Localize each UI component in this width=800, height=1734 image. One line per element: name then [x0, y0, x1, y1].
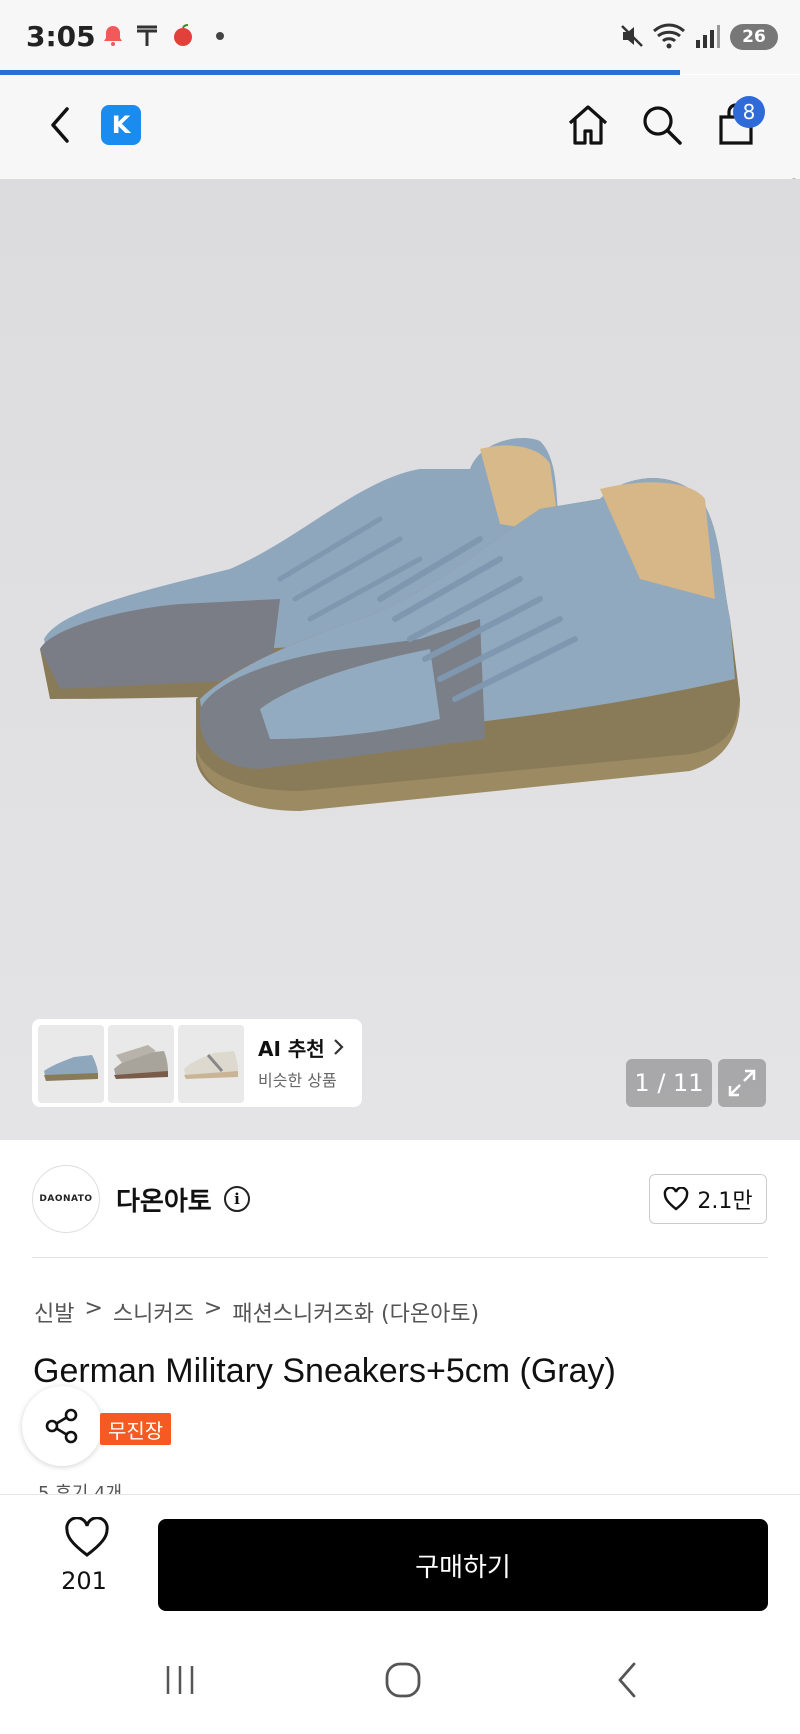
back-icon: [618, 1662, 636, 1698]
android-nav-bar: [0, 1626, 800, 1734]
ai-recommend-card[interactable]: AI 추천 비슷한 상품: [32, 1019, 362, 1107]
product-photo: [40, 438, 740, 811]
expand-image-button[interactable]: [718, 1059, 766, 1107]
product-title: German Military Sneakers+5cm (Gray): [33, 1352, 616, 1390]
home-button[interactable]: [560, 97, 616, 153]
breadcrumb-item[interactable]: 스니커즈: [113, 1296, 194, 1328]
share-icon: [45, 1408, 78, 1444]
share-button[interactable]: [22, 1386, 102, 1466]
divider: [32, 1257, 768, 1258]
purchase-bar: 201 구매하기: [0, 1494, 800, 1626]
top-header: K 8: [0, 75, 800, 179]
back-nav-button[interactable]: [598, 1656, 658, 1704]
wishlist-button[interactable]: 201: [56, 1516, 112, 1607]
alarm-icon: [100, 22, 126, 54]
home-nav-button[interactable]: [373, 1656, 433, 1704]
search-button[interactable]: [634, 97, 690, 153]
wishlist-count: 201: [61, 1567, 107, 1595]
ai-thumb-1[interactable]: [38, 1025, 104, 1103]
breadcrumb-separator: >: [84, 1296, 103, 1321]
wifi-icon: [652, 22, 686, 56]
apple-icon: [170, 22, 196, 54]
home-icon: [568, 105, 608, 145]
status-bar: 3:05 26: [0, 0, 800, 75]
mute-icon: [618, 22, 646, 56]
product-gallery[interactable]: AI 추천 비슷한 상품 1 / 11: [0, 179, 800, 1140]
t-app-icon: [134, 22, 160, 54]
musinsa-badge: 무진장: [100, 1413, 172, 1445]
brand-like-button[interactable]: 2.1만: [649, 1174, 767, 1224]
ai-thumb-3[interactable]: [178, 1025, 244, 1103]
breadcrumb-item[interactable]: 신발: [34, 1296, 74, 1328]
recent-apps-icon: [166, 1666, 194, 1694]
status-time: 3:05: [26, 20, 96, 53]
search-icon: [643, 106, 682, 145]
heart-icon: [64, 1516, 109, 1557]
chevron-right-icon: [334, 1039, 344, 1055]
battery-icon: 26: [730, 24, 778, 50]
ai-thumb-2[interactable]: [108, 1025, 174, 1103]
breadcrumb-separator: >: [203, 1296, 223, 1321]
brand-logo[interactable]: DAONATO: [32, 1165, 100, 1233]
back-icon: [51, 107, 69, 143]
brand-name[interactable]: 다온아토: [116, 1181, 212, 1218]
kakao-logo[interactable]: K: [101, 105, 141, 145]
heart-icon: [664, 1187, 689, 1211]
brand-like-count: 2.1만: [697, 1189, 753, 1214]
dot-icon: [214, 22, 226, 54]
recent-apps-button[interactable]: [150, 1656, 210, 1704]
image-page-counter: 1 / 11: [626, 1059, 712, 1107]
breadcrumb: 신발 > 스니커즈 > 패션스니커즈화 (다온아토): [34, 1296, 479, 1328]
home-circle-icon: [385, 1662, 421, 1698]
back-button[interactable]: [32, 97, 88, 153]
buy-button[interactable]: 구매하기: [158, 1519, 768, 1611]
review-summary[interactable]: 5 후기 4개: [38, 1480, 122, 1494]
info-icon[interactable]: i: [224, 1186, 250, 1212]
breadcrumb-item[interactable]: 패션스니커즈화 (다온아토): [232, 1296, 479, 1328]
signal-icon: [694, 22, 720, 56]
ai-recommend-title: AI 추천: [258, 1037, 325, 1061]
cart-count-badge: 8: [733, 96, 765, 128]
expand-icon: [728, 1069, 756, 1097]
ai-recommend-subtitle: 비슷한 상품: [258, 1071, 337, 1090]
